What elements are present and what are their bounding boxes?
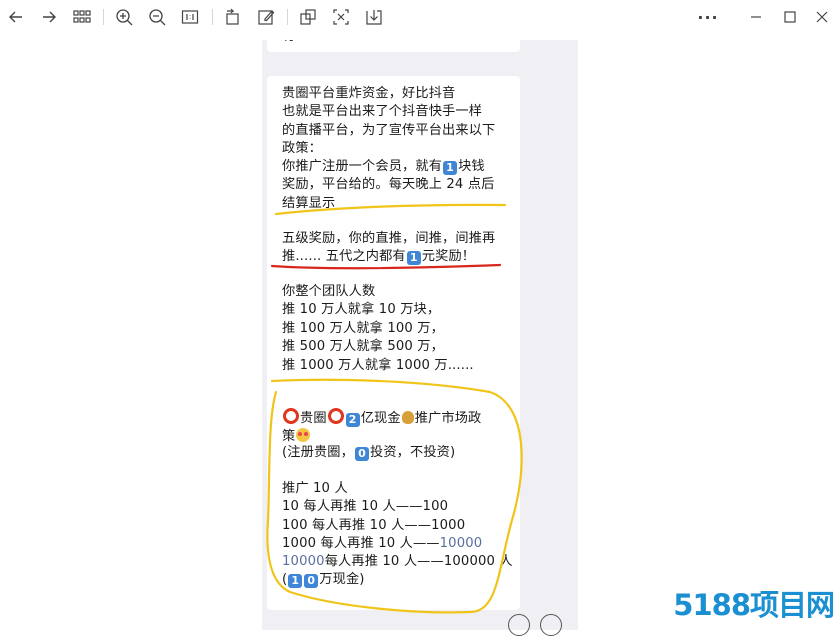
red-circle-icon: [327, 408, 344, 424]
keycap-one-icon: 1: [288, 574, 303, 588]
rotate-icon: [226, 8, 239, 25]
keycap-zero-icon: 0: [354, 447, 369, 461]
copy-image-icon: [300, 9, 316, 25]
chat-input-icons: [508, 614, 572, 640]
close-icon: [816, 11, 828, 23]
actual-size-button[interactable]: [178, 5, 202, 29]
zoom-out-button[interactable]: [145, 5, 169, 29]
number-link[interactable]: 10000: [440, 536, 483, 551]
rotate-button[interactable]: [221, 5, 245, 29]
check-mark-icon: ✔: [295, 40, 306, 44]
keycap-two-icon: 2: [345, 413, 360, 427]
zoom-in-button[interactable]: [112, 5, 136, 29]
market-policy-title: 贵圈 2 亿现金 推广市场政 策: [282, 408, 514, 447]
ocr-icon: [333, 9, 349, 25]
add-icon[interactable]: [540, 614, 562, 636]
keycap-one-icon: 1: [443, 161, 458, 175]
toolbar-divider: [287, 9, 288, 25]
message-bubble-previous: 有✔: [267, 40, 520, 52]
minimize-icon: [751, 16, 761, 18]
register-note: (注册贵圈， 0 投资，不投资): [282, 445, 456, 461]
toolbar-divider: [103, 9, 104, 25]
zoom-out-icon: [149, 9, 166, 26]
thumbnail-grid-button[interactable]: [70, 5, 94, 29]
edit-button[interactable]: [254, 5, 278, 29]
more-button[interactable]: ···: [696, 5, 720, 29]
actual-size-icon: [181, 10, 199, 24]
arrow-right-icon: [43, 11, 56, 23]
minimize-button[interactable]: [744, 5, 768, 29]
back-button[interactable]: [4, 5, 28, 29]
grid-icon: [73, 10, 91, 23]
forward-button[interactable]: [37, 5, 61, 29]
maximize-button[interactable]: [778, 5, 802, 29]
more-icon: ···: [697, 7, 719, 27]
viewer-toolbar: ···: [0, 0, 840, 34]
copy-image-button[interactable]: [296, 5, 320, 29]
toolbar-divider: [212, 9, 213, 25]
message-fragment: 有✔: [282, 40, 514, 46]
red-circle-icon: [283, 408, 299, 424]
promotion-tier-1000: 1000 每人再推 10 人——10000: [282, 536, 483, 551]
emoji-icon[interactable]: [508, 614, 530, 636]
zoom-in-icon: [116, 9, 133, 26]
star-struck-face-icon: [296, 428, 311, 443]
policy-intro: 贵圈平台重炸资金，好比抖音 也就是平台出来了个抖音快手一样 的直播平台，为了宣传…: [282, 86, 496, 157]
policy-team-size: 你整个团队人数 推 10 万人就拿 10 万块， 推 100 万人就拿 100 …: [282, 284, 474, 373]
edit-icon: [258, 10, 275, 25]
close-button[interactable]: [810, 5, 834, 29]
site-watermark: 5188项目网: [673, 588, 835, 622]
cash-reward: (1 0 万现金): [282, 572, 365, 588]
policy-five-level-reward: 五级奖励，你的直推，间推，间推再 推...... 五代之内都有 1 元奖励！: [282, 231, 496, 266]
policy-register-reward: 你推广注册一个会员，就有 1 块钱 奖励，平台给的。每天晚上 24 点后 结算显示: [282, 159, 495, 211]
save-button[interactable]: [362, 5, 386, 29]
save-icon: [366, 10, 382, 25]
keycap-one-icon: 1: [406, 251, 421, 266]
promotion-tier-10000: 10000每人再推 10 人——100000 人: [282, 554, 513, 569]
number-link[interactable]: 10000: [282, 554, 325, 569]
maximize-icon: [784, 11, 796, 23]
message-bubble-main: 贵圈平台重炸资金，好比抖音 也就是平台出来了个抖音快手一样 的直播平台，为了宣传…: [267, 76, 520, 610]
promotion-tiers: 推广 10 人 10 每人再推 10 人——100 100 每人再推 10 人—…: [282, 481, 466, 533]
money-bag-icon: [401, 411, 414, 424]
arrow-left-icon: [9, 11, 22, 23]
keycap-zero-icon: 0: [304, 574, 319, 588]
ocr-button[interactable]: [329, 5, 353, 29]
chat-screenshot: 有✔ 贵圈平台重炸资金，好比抖音 也就是平台出来了个抖音快手一样 的直播平台，为…: [262, 40, 578, 630]
